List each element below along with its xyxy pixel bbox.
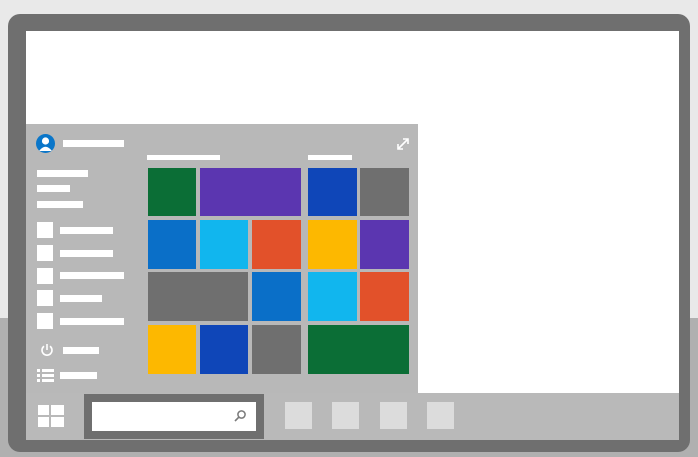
tile-gray-2[interactable] bbox=[252, 325, 301, 374]
search-input[interactable] bbox=[92, 402, 256, 431]
tile-orange-2[interactable] bbox=[360, 272, 409, 321]
tile-purple-wide[interactable] bbox=[200, 168, 301, 216]
tile-gray-1[interactable] bbox=[360, 168, 409, 216]
power-label[interactable] bbox=[63, 347, 99, 354]
all-apps-label[interactable] bbox=[60, 372, 97, 379]
expand-icon[interactable] bbox=[395, 136, 411, 152]
all-apps-icon[interactable] bbox=[37, 369, 54, 383]
tile-green-1[interactable] bbox=[148, 168, 196, 216]
app-list-icon bbox=[37, 222, 53, 238]
tile-blue-dark-1[interactable] bbox=[308, 168, 357, 216]
search-box[interactable] bbox=[84, 394, 264, 439]
app-list-icon bbox=[37, 245, 53, 261]
start-menu bbox=[26, 124, 418, 393]
user-avatar-icon[interactable] bbox=[36, 134, 55, 153]
windows-logo-pane bbox=[51, 417, 64, 427]
tile-yellow-1[interactable] bbox=[308, 220, 357, 269]
menu-text-line[interactable] bbox=[37, 185, 70, 192]
start-menu-left-column bbox=[26, 124, 130, 393]
menu-text-line[interactable] bbox=[37, 170, 88, 177]
menu-text-line[interactable] bbox=[37, 201, 83, 208]
power-icon[interactable] bbox=[40, 343, 54, 357]
tile-green-wide[interactable] bbox=[308, 325, 409, 374]
taskbar-app-icon[interactable] bbox=[380, 402, 407, 429]
app-list-item[interactable] bbox=[60, 272, 124, 279]
tile-cyan-2[interactable] bbox=[308, 272, 357, 321]
tile-group-header bbox=[147, 155, 220, 160]
taskbar-app-icon[interactable] bbox=[285, 402, 312, 429]
user-name-placeholder[interactable] bbox=[63, 140, 124, 147]
tile-blue-1[interactable] bbox=[148, 220, 196, 269]
app-list-item[interactable] bbox=[60, 295, 102, 302]
windows-logo-pane bbox=[38, 405, 49, 415]
tile-orange-1[interactable] bbox=[252, 220, 301, 269]
taskbar-app-icon[interactable] bbox=[332, 402, 359, 429]
tile-gray-wide[interactable] bbox=[148, 272, 248, 321]
tile-yellow-2[interactable] bbox=[148, 325, 196, 374]
tile-blue-dark-2[interactable] bbox=[200, 325, 248, 374]
windows-logo-pane bbox=[51, 405, 64, 415]
app-list-item[interactable] bbox=[60, 227, 113, 234]
taskbar bbox=[26, 393, 679, 440]
app-list-icon bbox=[37, 313, 53, 329]
tile-group-header bbox=[308, 155, 352, 160]
app-list-item[interactable] bbox=[60, 318, 124, 325]
windows-logo-icon[interactable] bbox=[38, 405, 64, 429]
app-list-item[interactable] bbox=[60, 250, 113, 257]
search-icon bbox=[232, 408, 248, 424]
app-list-icon bbox=[37, 268, 53, 284]
tile-purple-1[interactable] bbox=[360, 220, 409, 269]
tile-blue-2[interactable] bbox=[252, 272, 301, 321]
app-list-icon bbox=[37, 290, 53, 306]
taskbar-app-icon[interactable] bbox=[427, 402, 454, 429]
tile-cyan-1[interactable] bbox=[200, 220, 248, 269]
windows-logo-pane bbox=[38, 417, 49, 427]
